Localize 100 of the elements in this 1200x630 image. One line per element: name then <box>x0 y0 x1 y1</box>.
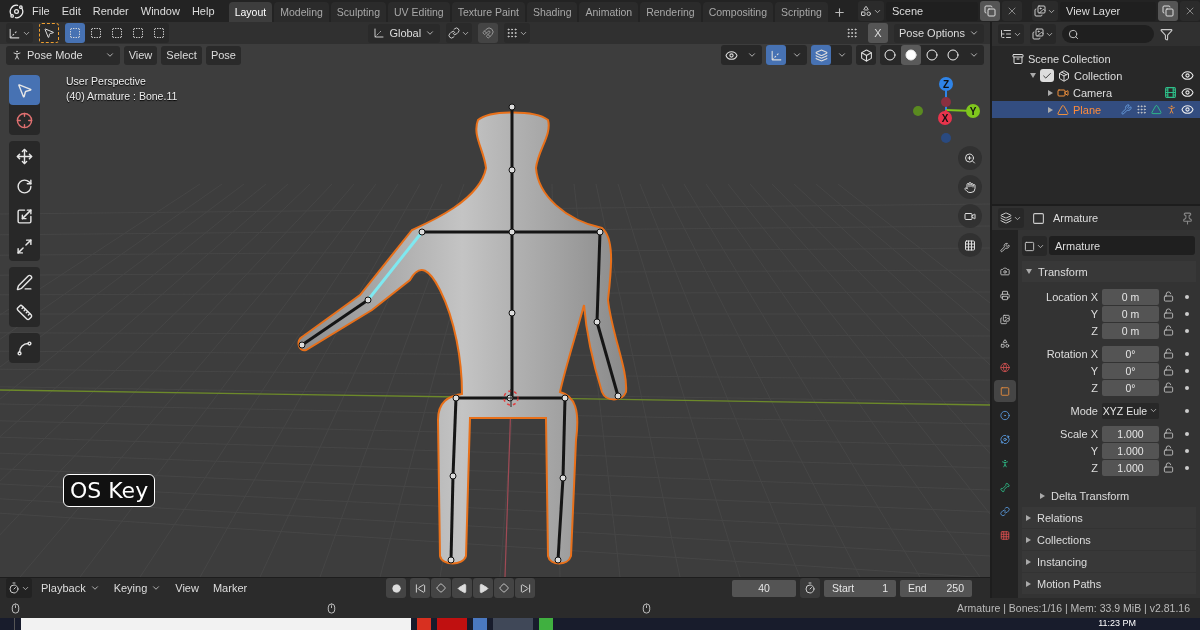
panel-header[interactable]: Relations <box>1022 507 1196 528</box>
current-frame-field[interactable]: 40 <box>732 579 796 597</box>
workspace-tab[interactable]: Rendering <box>640 2 701 22</box>
workspace-tab[interactable]: Compositing <box>702 2 773 22</box>
taskbar-search-field[interactable] <box>21 618 411 630</box>
panel-header[interactable]: Transform <box>1022 261 1196 282</box>
active-tool-button[interactable] <box>39 23 59 43</box>
copy-button[interactable] <box>1158 1 1178 21</box>
workspace-tab[interactable]: Sculpting <box>330 2 387 22</box>
number-field[interactable]: 1.000 <box>1102 425 1159 442</box>
number-field[interactable]: 1.000 <box>1102 442 1159 459</box>
outliner-row[interactable]: Scene Collection <box>992 50 1200 67</box>
editor-type-button[interactable] <box>998 208 1024 228</box>
expand-triangle-icon[interactable] <box>1048 89 1053 96</box>
menu-button[interactable]: Playback <box>36 578 105 598</box>
menu-button[interactable]: Keying <box>108 578 167 598</box>
orientation-dropdown[interactable]: Global <box>368 23 441 43</box>
pivot-button[interactable] <box>446 23 473 43</box>
scene-selector-button[interactable] <box>858 1 884 21</box>
workspace-tab[interactable]: Layout <box>228 2 273 22</box>
start-frame-field[interactable]: Start 1 <box>824 579 896 597</box>
menu-button[interactable]: View <box>170 578 204 598</box>
keyframe-dot-icon[interactable] <box>1185 431 1189 436</box>
selection-mode-button[interactable] <box>65 23 85 43</box>
workspace-tab[interactable]: Scripting <box>775 2 828 22</box>
layer-selector-button[interactable] <box>1032 1 1058 21</box>
keyframe-dot-icon[interactable] <box>1185 328 1189 333</box>
mode-dropdown[interactable]: Pose Mode <box>6 45 120 65</box>
close-button[interactable] <box>1180 1 1200 21</box>
x-mirror-toggle[interactable]: X <box>867 23 888 43</box>
mode-dropdown[interactable]: XYZ Eule <box>1102 402 1159 419</box>
pose-options-dropdown[interactable]: Pose Options <box>893 23 984 43</box>
timer-button[interactable] <box>800 578 820 598</box>
jump-end-button[interactable] <box>515 578 536 598</box>
gizmo-toggle[interactable] <box>766 45 786 65</box>
end-frame-field[interactable]: End 250 <box>900 579 972 597</box>
menu-item[interactable]: Edit <box>55 0 87 22</box>
number-field[interactable]: 0° <box>1102 379 1159 396</box>
keyframe-dot-icon[interactable] <box>1185 465 1189 470</box>
datablock-name-field[interactable]: Armature <box>1049 236 1195 255</box>
number-field[interactable]: 0 m <box>1102 288 1159 305</box>
previous-keyframe-button[interactable] <box>431 578 452 598</box>
keyframe-dot-icon[interactable] <box>1185 351 1189 356</box>
keyframe-dot-icon[interactable] <box>1185 448 1189 453</box>
grid-view-button[interactable] <box>958 233 982 257</box>
workspace-tab[interactable]: Shading <box>526 2 578 22</box>
panel-header[interactable]: Instancing <box>1022 551 1196 572</box>
menu-button[interactable]: Pose <box>205 45 241 65</box>
workspace-tab[interactable]: UV Editing <box>388 2 450 22</box>
next-keyframe-button[interactable] <box>494 578 515 598</box>
keyframe-dot-icon[interactable] <box>1185 408 1189 413</box>
scene-field[interactable]: Scene <box>886 1 978 21</box>
menu-button[interactable]: View <box>123 45 158 65</box>
outliner-row[interactable]: Plane <box>992 101 1200 118</box>
number-field[interactable]: 0° <box>1102 362 1159 379</box>
shading-mode-button[interactable] <box>901 45 921 65</box>
editor-type-button[interactable] <box>6 578 32 598</box>
keyframe-dot-icon[interactable] <box>1185 385 1189 390</box>
keyframe-dot-icon[interactable] <box>1185 311 1189 316</box>
play-reverse-button[interactable] <box>452 578 473 598</box>
number-field[interactable]: 0 m <box>1102 322 1159 339</box>
record-button[interactable] <box>386 578 407 598</box>
properties-tab[interactable] <box>994 380 1016 402</box>
panel-header[interactable]: Collections <box>1022 529 1196 550</box>
jump-start-button[interactable] <box>410 578 431 598</box>
search-field[interactable] <box>1062 25 1154 43</box>
outliner-row[interactable]: Collection <box>992 67 1200 84</box>
pan-button[interactable] <box>958 175 982 199</box>
snap-target-button[interactable] <box>504 23 531 43</box>
menu-button[interactable]: Select <box>161 45 202 65</box>
play-button[interactable] <box>473 578 494 598</box>
editor-type-button[interactable] <box>6 23 33 43</box>
overlay-toggle[interactable] <box>811 45 831 65</box>
workspace-tab[interactable]: Texture Paint <box>451 2 525 22</box>
keyframe-dot-icon[interactable] <box>1185 294 1189 299</box>
menu-button[interactable]: Marker <box>207 578 253 598</box>
expand-triangle-icon[interactable] <box>1048 106 1053 113</box>
datablock-type-button[interactable] <box>1022 236 1047 256</box>
zoom-button[interactable] <box>958 146 982 170</box>
keyframe-dot-icon[interactable] <box>1185 368 1189 373</box>
menu-item[interactable]: Render <box>86 0 135 22</box>
panel-header[interactable]: Motion Paths <box>1022 573 1196 594</box>
view-layer-field[interactable]: View Layer <box>1060 1 1156 21</box>
menu-item[interactable]: Window <box>134 0 186 22</box>
number-field[interactable]: 0° <box>1102 345 1159 362</box>
select-tool-button[interactable] <box>9 75 40 105</box>
number-field[interactable]: 1.000 <box>1102 459 1159 476</box>
checkbox[interactable] <box>1040 69 1054 82</box>
menu-item[interactable]: File <box>26 0 56 22</box>
number-field[interactable]: 0 m <box>1102 305 1159 322</box>
editor-type-button[interactable] <box>998 24 1024 44</box>
camera-view-button[interactable] <box>958 204 982 228</box>
snap-button[interactable] <box>478 23 499 43</box>
outliner-row[interactable]: Camera <box>992 84 1200 101</box>
copy-button[interactable] <box>980 1 1000 21</box>
menu-item[interactable]: Help <box>185 0 221 22</box>
workspace-tab[interactable]: Animation <box>579 2 639 22</box>
display-mode-button[interactable] <box>1030 24 1056 44</box>
workspace-tab[interactable]: Modeling <box>274 2 329 22</box>
close-button[interactable] <box>1002 1 1022 21</box>
